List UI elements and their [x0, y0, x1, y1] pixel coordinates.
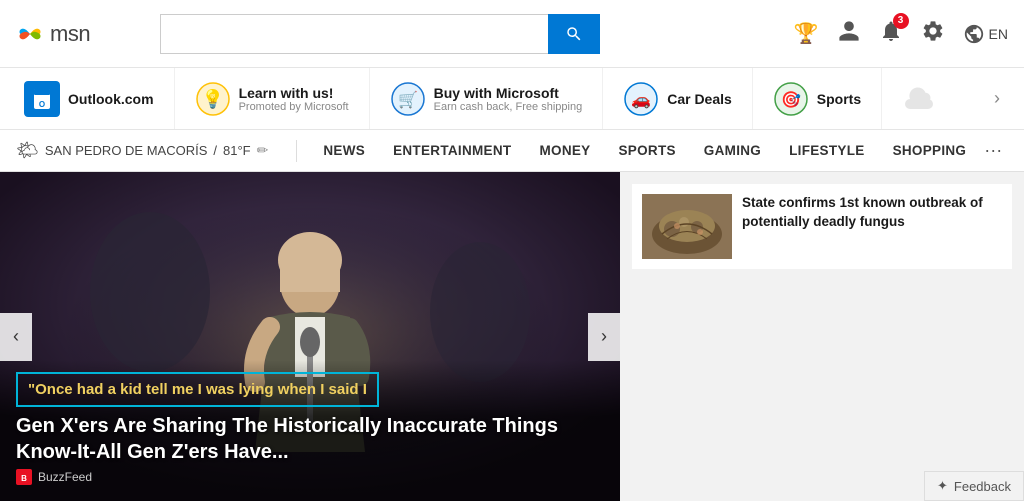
- weather-area: 🌤 SAN PEDRO DE MACORÍS / 81°F ✏: [16, 140, 268, 161]
- logo-text: msn: [50, 21, 90, 47]
- nav-entertainment[interactable]: ENTERTAINMENT: [379, 130, 525, 172]
- buy-sub: Earn cash back, Free shipping: [434, 101, 583, 113]
- profile-icon[interactable]: [837, 19, 861, 49]
- cloud-icon: [902, 81, 938, 117]
- sports-icon: 🎯: [773, 81, 809, 117]
- learn-icon: 💡: [195, 81, 231, 117]
- search-button[interactable]: [548, 14, 600, 54]
- nav-gaming[interactable]: GAMING: [690, 130, 775, 172]
- outlook-title: Outlook.com: [68, 91, 154, 107]
- lang-label: EN: [989, 26, 1008, 42]
- svg-text:🛒: 🛒: [398, 90, 418, 109]
- nav-news[interactable]: NEWS: [309, 130, 379, 172]
- cart-icon: 🛒: [390, 81, 426, 117]
- learn-text: Learn with us! Promoted by Microsoft: [239, 85, 349, 113]
- weather-edit-icon[interactable]: ✏: [257, 142, 269, 159]
- navbar: 🌤 SAN PEDRO DE MACORÍS / 81°F ✏ NEWS ENT…: [0, 130, 1024, 172]
- search-bar: [160, 14, 600, 54]
- fungus-news-text: State confirms 1st known outbreak of pot…: [742, 194, 1002, 259]
- sports-title: Sports: [817, 91, 861, 107]
- hero-source: B BuzzFeed: [16, 469, 604, 485]
- quicklinks-arrow[interactable]: ›: [986, 88, 1008, 109]
- language-button[interactable]: EN: [963, 23, 1008, 45]
- outlook-svg: O: [24, 81, 60, 117]
- cloud-svg: [905, 84, 935, 114]
- search-input[interactable]: [160, 14, 548, 54]
- gear-svg: [921, 19, 945, 43]
- source-logo-svg: B: [18, 471, 30, 483]
- hero-caption: "Once had a kid tell me I was lying when…: [0, 360, 620, 501]
- cardeals-text: Car Deals: [667, 91, 732, 107]
- weather-icon: 🌤: [16, 140, 39, 161]
- nav-lifestyle[interactable]: LIFESTYLE: [775, 130, 878, 172]
- hero-next-button[interactable]: ›: [588, 313, 620, 361]
- outlook-text: Outlook.com: [68, 91, 154, 107]
- outlook-icon: O: [24, 81, 60, 117]
- hero-main-title[interactable]: Gen X'ers Are Sharing The Historically I…: [16, 413, 604, 465]
- news-thumb-fungus: [642, 194, 732, 259]
- learn-title: Learn with us!: [239, 85, 349, 101]
- feedback-label: Feedback: [954, 479, 1011, 494]
- hero-source-icon: B: [16, 469, 32, 485]
- nav-links: NEWS ENTERTAINMENT MONEY SPORTS GAMING L…: [309, 130, 980, 172]
- logo-area: msn: [16, 20, 136, 48]
- cardeals-title: Car Deals: [667, 91, 732, 107]
- header-icons: 🏆 3 EN: [794, 19, 1008, 49]
- feedback-icon: ✦: [937, 478, 948, 494]
- nav-money[interactable]: MONEY: [525, 130, 604, 172]
- weather-temp: 81°F: [223, 143, 251, 158]
- hero-quote-text: "Once had a kid tell me I was lying when…: [28, 381, 367, 398]
- sports-text: Sports: [817, 91, 861, 107]
- fungus-news-title: State confirms 1st known outbreak of pot…: [742, 195, 983, 229]
- quicklink-sports[interactable]: 🎯 Sports: [753, 68, 882, 130]
- nav-more-button[interactable]: ···: [984, 140, 1002, 161]
- quicklink-outlook[interactable]: O Outlook.com: [16, 68, 175, 130]
- trophy-icon[interactable]: 🏆: [794, 21, 819, 46]
- quicklink-more-apps[interactable]: [882, 68, 958, 130]
- msn-logo-icon: [16, 20, 44, 48]
- weather-sep: /: [213, 143, 217, 158]
- quicklink-buy[interactable]: 🛒 Buy with Microsoft Earn cash back, Fre…: [370, 68, 604, 130]
- svg-text:🎯: 🎯: [781, 91, 801, 109]
- learn-svg: 💡: [196, 82, 230, 116]
- nav-separator: [296, 140, 297, 162]
- buy-title: Buy with Microsoft: [434, 85, 583, 101]
- hero-prev-button[interactable]: ‹: [0, 313, 32, 361]
- news-card-fungus[interactable]: State confirms 1st known outbreak of pot…: [632, 184, 1012, 269]
- sports-svg: 🎯: [774, 82, 808, 116]
- header: msn 🏆 3 EN: [0, 0, 1024, 68]
- globe-svg: [963, 23, 985, 45]
- svg-text:💡: 💡: [201, 88, 223, 109]
- weather-location: SAN PEDRO DE MACORÍS: [45, 143, 208, 158]
- nav-sports[interactable]: SPORTS: [604, 130, 689, 172]
- cart-svg: 🛒: [391, 82, 425, 116]
- fungus-thumb-svg: [642, 194, 732, 259]
- nav-shopping[interactable]: SHOPPING: [879, 130, 981, 172]
- search-icon: [565, 25, 583, 43]
- quicklink-cardeals[interactable]: 🚗 Car Deals: [603, 68, 753, 130]
- notifications-icon[interactable]: 3: [879, 19, 903, 49]
- buy-text: Buy with Microsoft Earn cash back, Free …: [434, 85, 583, 113]
- hero-section: "Once had a kid tell me I was lying when…: [0, 172, 620, 501]
- svg-text:B: B: [21, 474, 27, 483]
- quicklinks-bar: O Outlook.com 💡 Learn with us! Promoted …: [0, 68, 1024, 130]
- settings-icon[interactable]: [921, 19, 945, 49]
- svg-text:O: O: [39, 100, 45, 109]
- feedback-button[interactable]: ✦ Feedback: [924, 471, 1024, 501]
- hero-source-text: BuzzFeed: [38, 470, 92, 484]
- car-icon: 🚗: [623, 81, 659, 117]
- svg-text:🚗: 🚗: [631, 92, 651, 109]
- main-content: "Once had a kid tell me I was lying when…: [0, 172, 1024, 501]
- quicklink-learn[interactable]: 💡 Learn with us! Promoted by Microsoft: [175, 68, 370, 130]
- person-svg: [837, 19, 861, 43]
- learn-sub: Promoted by Microsoft: [239, 101, 349, 113]
- notification-badge: 3: [893, 13, 909, 29]
- right-sidebar: State confirms 1st known outbreak of pot…: [620, 172, 1024, 501]
- car-svg: 🚗: [624, 82, 658, 116]
- hero-quote-box: "Once had a kid tell me I was lying when…: [16, 372, 379, 408]
